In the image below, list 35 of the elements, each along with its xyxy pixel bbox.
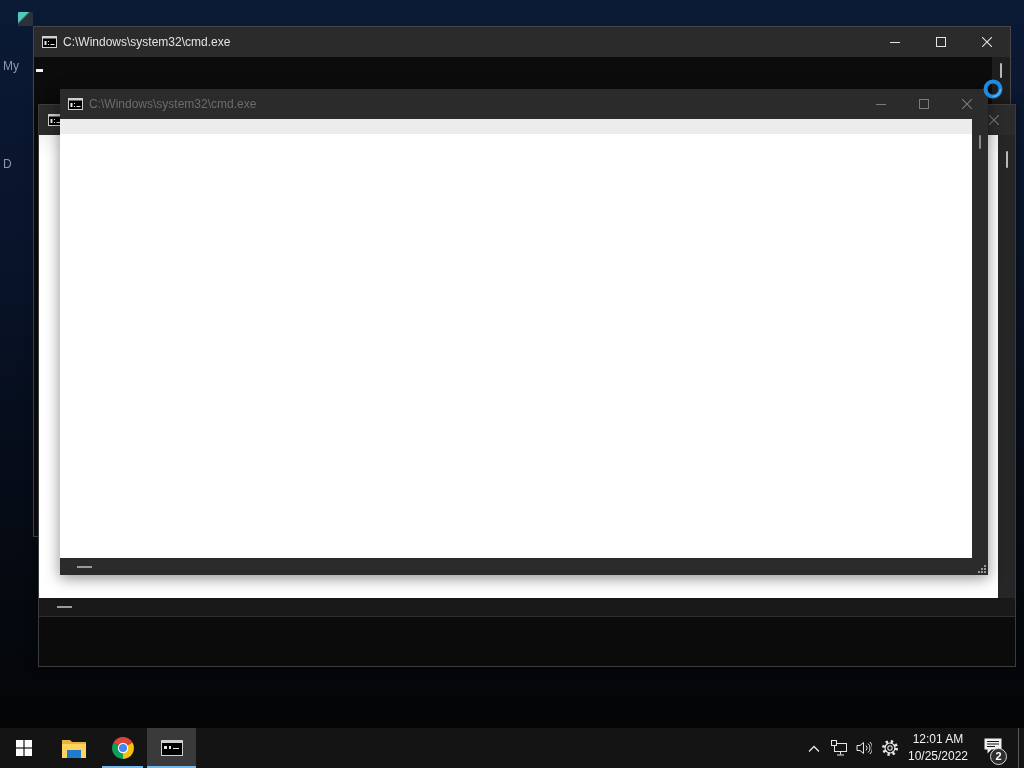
maximize-icon <box>936 37 946 47</box>
console-icon <box>160 740 183 756</box>
clock[interactable]: 12:01 AM 10/25/2022 <box>903 728 973 768</box>
window-title: C:\Windows\system32\cmd.exe <box>89 97 257 111</box>
action-center-button[interactable]: 2 <box>973 728 1013 768</box>
taskbar-app-button[interactable] <box>147 728 196 768</box>
scroll-thumb[interactable] <box>1005 151 1008 168</box>
scroll-thumb[interactable] <box>1000 63 1002 78</box>
close-icon <box>961 99 972 109</box>
text-cursor-icon <box>36 69 43 72</box>
console-icon <box>42 36 57 48</box>
caret-up-icon <box>808 744 820 752</box>
desktop-icon-label[interactable]: My <box>3 59 19 73</box>
scroll-thumb[interactable] <box>979 135 981 149</box>
close-icon <box>982 37 992 47</box>
console-icon <box>68 98 83 110</box>
notification-badge: 2 <box>990 748 1007 765</box>
settings-icon <box>881 740 898 756</box>
shortcut-icon[interactable] <box>18 12 33 26</box>
loading-ring-icon <box>983 79 1003 99</box>
minimize-icon <box>890 41 900 43</box>
desktop-icon-label[interactable]: D <box>3 157 19 171</box>
scrollbar[interactable] <box>998 135 1015 598</box>
folder-icon <box>61 738 86 758</box>
browser-icon <box>110 736 135 760</box>
minimize-icon <box>875 103 886 105</box>
maximize-icon <box>918 99 929 109</box>
window-title: C:\Windows\system32\cmd.exe <box>63 35 231 49</box>
close-icon <box>989 115 999 125</box>
network-icon <box>830 740 847 756</box>
speaker-icon <box>855 741 872 755</box>
resize-grip-icon[interactable] <box>978 564 986 573</box>
text-cursor-icon <box>57 606 72 608</box>
windows-logo-icon <box>16 740 32 756</box>
text-cursor-icon <box>77 565 92 568</box>
